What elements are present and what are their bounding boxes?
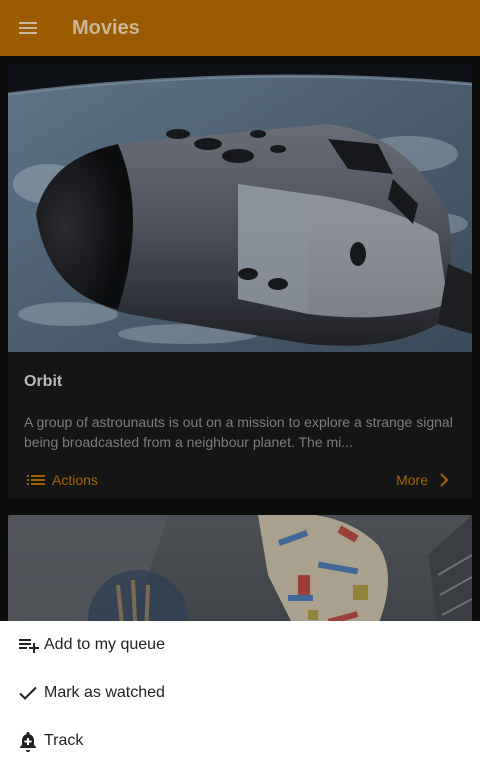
more-label: More (396, 472, 428, 488)
movie-description: A group of astrounauts is out on a missi… (24, 414, 453, 450)
movie-title: Orbit (24, 373, 63, 390)
actions-button[interactable]: Actions (24, 468, 98, 492)
mark-as-watched-item[interactable]: Mark as watched (0, 669, 480, 717)
check-icon (16, 681, 40, 705)
menu-icon (19, 22, 37, 34)
chevron-right-icon (440, 473, 449, 487)
bottom-sheet: Add to my queue Mark as watched Track (0, 621, 480, 765)
menu-button[interactable] (0, 0, 56, 56)
list-icon (27, 475, 45, 485)
sheet-item-label: Add to my queue (44, 636, 165, 653)
movie-card: Orbit A group of astrounauts is out on a… (8, 64, 472, 498)
add-to-queue-item[interactable]: Add to my queue (0, 621, 480, 669)
sheet-item-label: Track (44, 732, 84, 749)
playlist-add-icon (16, 633, 40, 657)
sheet-item-label: Mark as watched (44, 684, 165, 701)
track-item[interactable]: Track (0, 717, 480, 765)
movie-image[interactable] (8, 64, 472, 352)
more-button[interactable]: More (396, 468, 456, 492)
actions-label: Actions (52, 472, 98, 488)
page-title: Movies (72, 16, 140, 39)
bell-add-icon (16, 729, 40, 753)
app-bar: Movies (0, 0, 480, 56)
